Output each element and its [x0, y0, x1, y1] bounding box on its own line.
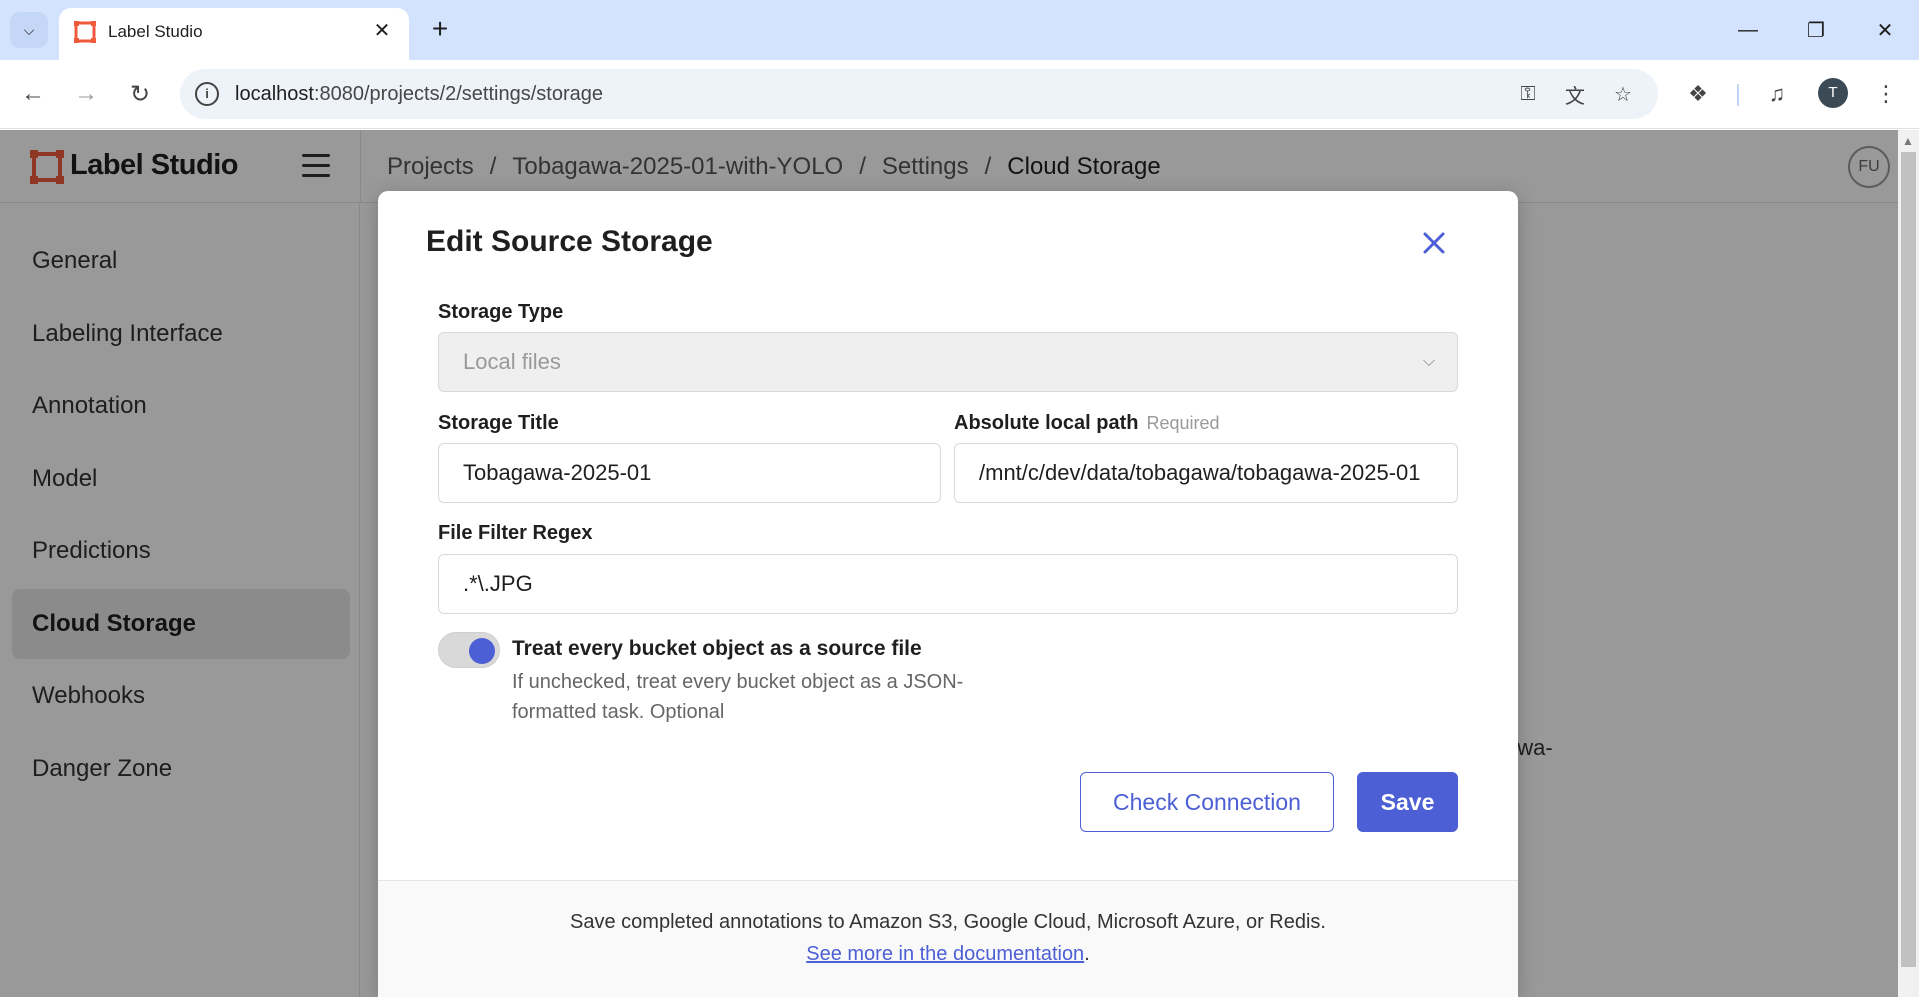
extensions-icon[interactable]: ❖ — [1680, 76, 1716, 112]
minimize-icon[interactable]: — — [1723, 10, 1773, 50]
regex-input[interactable]: .*\.JPG — [438, 554, 1458, 614]
local-path-input[interactable]: /mnt/c/dev/data/tobagawa/tobagawa-2025-0… — [954, 443, 1458, 503]
tab-title: Label Studio — [108, 22, 203, 41]
restore-icon[interactable]: ❐ — [1791, 10, 1841, 50]
edit-source-storage-modal: Edit Source Storage Storage Type Local f… — [378, 191, 1518, 997]
storage-type-label: Storage Type — [438, 301, 564, 323]
toggle-knob — [469, 638, 495, 664]
browser-toolbar: ← → ↻ i localhost:8080/projects/2/settin… — [0, 60, 1919, 129]
browser-tabstrip: ⌵ Label Studio ✕ + — ❐ ✕ — [0, 0, 1919, 60]
close-icon[interactable] — [1414, 223, 1454, 263]
forward-icon[interactable]: → — [68, 76, 104, 112]
scroll-up-icon[interactable]: ▲ — [1902, 134, 1914, 148]
label-studio-favicon-icon — [74, 21, 96, 43]
modal-title: Edit Source Storage — [426, 225, 713, 258]
footer-link-line: See more in the documentation. — [806, 943, 1090, 965]
close-window-icon[interactable]: ✕ — [1860, 10, 1910, 50]
page-scrollbar[interactable]: ▲ — [1898, 130, 1919, 997]
site-info-icon[interactable]: i — [195, 82, 219, 106]
scrollbar-thumb[interactable] — [1901, 152, 1916, 967]
menu-dots-icon[interactable]: ⋮ — [1868, 76, 1904, 112]
profile-avatar[interactable]: T — [1818, 78, 1848, 108]
plus-icon[interactable]: + — [424, 14, 456, 46]
toggle-label: Treat every bucket object as a source fi… — [512, 637, 922, 660]
required-tag: Required — [1146, 413, 1220, 433]
toggle-description: If unchecked, treat every bucket object … — [512, 671, 964, 723]
storage-type-select[interactable]: Local files ⌵ — [438, 332, 1458, 392]
key-icon[interactable]: ⚿ — [1513, 79, 1543, 109]
storage-title-label: Storage Title — [438, 412, 559, 434]
url-text[interactable]: localhost:8080/projects/2/settings/stora… — [235, 83, 603, 106]
browser-tab[interactable]: Label Studio ✕ — [59, 8, 409, 60]
save-button[interactable]: Save — [1357, 772, 1458, 832]
star-icon[interactable]: ☆ — [1608, 79, 1638, 109]
check-connection-button[interactable]: Check Connection — [1080, 772, 1334, 832]
footer-text: Save completed annotations to Amazon S3,… — [570, 911, 1326, 933]
modal-footer: Save completed annotations to Amazon S3,… — [378, 880, 1518, 997]
media-icon[interactable]: ♫ — [1759, 76, 1795, 112]
documentation-link[interactable]: See more in the documentation — [806, 943, 1084, 965]
storage-type-value: Local files — [463, 349, 561, 374]
close-icon[interactable]: ✕ — [369, 18, 395, 44]
chevron-down-icon: ⌵ — [1422, 353, 1435, 370]
back-icon[interactable]: ← — [15, 76, 51, 112]
local-path-label: Absolute local path Required — [954, 412, 1220, 434]
translate-icon[interactable]: 文 — [1560, 79, 1590, 109]
treat-as-source-toggle[interactable] — [438, 632, 500, 668]
tab-search-icon[interactable]: ⌵ — [10, 12, 48, 48]
regex-label: File Filter Regex — [438, 522, 593, 544]
toolbar-separator — [1737, 84, 1739, 106]
storage-title-input[interactable]: Tobagawa-2025-01 — [438, 443, 941, 503]
address-bar[interactable]: i localhost:8080/projects/2/settings/sto… — [180, 69, 1658, 119]
reload-icon[interactable]: ↻ — [122, 76, 158, 112]
